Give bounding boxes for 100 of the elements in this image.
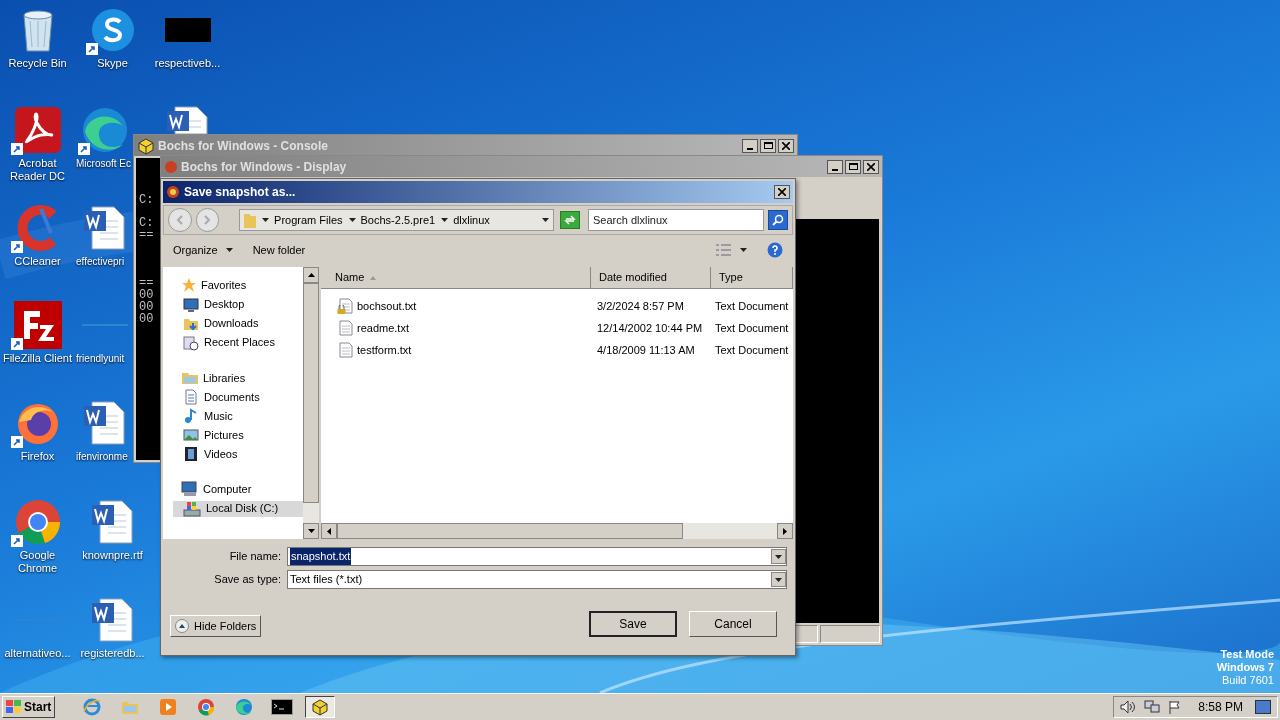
scroll-left-icon (327, 527, 331, 535)
nav-item[interactable]: Recent Places (173, 334, 303, 351)
desktop-icon-label[interactable]: Microsoft Ec (76, 157, 131, 170)
cancel-button[interactable]: Cancel (689, 611, 777, 637)
breadcrumb-item[interactable]: Program Files (274, 211, 343, 229)
organize-button[interactable]: Organize (173, 241, 233, 259)
desktop-icon-label[interactable]: respectiveb... (151, 57, 224, 70)
shortcut-arrow-icon (10, 143, 23, 155)
maximize-button[interactable] (845, 159, 861, 174)
desktop-icon-label[interactable]: Recycle Bin (1, 57, 74, 70)
word-document-icon (82, 205, 128, 251)
console-line: 00 (139, 301, 154, 313)
edge-icon (81, 106, 129, 154)
bochs-icon (164, 159, 178, 174)
nav-group-label[interactable]: Favorites (201, 277, 247, 294)
bochs-icon[interactable] (137, 136, 155, 155)
desktop-icon-label[interactable]: CCleaner (1, 255, 74, 268)
nav-item[interactable]: Desktop (173, 296, 303, 313)
nav-item[interactable]: Downloads (173, 315, 303, 332)
search-field[interactable]: Search dlxlinux (588, 209, 765, 231)
maximize-icon (763, 142, 773, 149)
file-name: bochsout.txt (357, 298, 417, 314)
save-button[interactable]: Save (589, 611, 677, 637)
file-row[interactable]: readme.txt 12/14/2002 10:44 PM Text Document (321, 317, 793, 339)
start-button[interactable]: Start (2, 696, 56, 718)
word-document-icon (89, 499, 136, 545)
close-button[interactable] (774, 185, 790, 199)
field-label: Save as type: (213, 572, 281, 588)
nav-item[interactable]: Music (173, 408, 303, 424)
bochs-icon (166, 185, 180, 199)
picture-icon (183, 427, 199, 443)
command-prompt-icon[interactable] (271, 699, 294, 715)
close-icon (778, 188, 786, 196)
close-button[interactable] (863, 159, 879, 174)
file-type-dropdown[interactable]: Text files (*.txt) (287, 570, 787, 589)
search-button[interactable] (768, 210, 788, 230)
desktop-icon-label[interactable]: knownpre.rtf (76, 549, 149, 562)
text-file-icon (339, 342, 353, 358)
desktop-icon-label[interactable]: friendlyunit (76, 352, 125, 365)
column-header[interactable]: Name (321, 267, 591, 289)
refresh-button[interactable] (560, 211, 580, 229)
minimize-button[interactable] (827, 159, 843, 174)
skype-icon (90, 8, 135, 52)
os-notice-text: Build 7601 (1222, 674, 1274, 687)
hard-disk-icon (183, 500, 201, 517)
desktop-icon-label[interactable]: FileZilla Client (1, 352, 74, 365)
file-name: readme.txt (357, 320, 409, 336)
address-bar[interactable]: Program Files Bochs-2.5.pre1 dlxlinux (239, 209, 555, 231)
network-icon[interactable] (1144, 700, 1161, 714)
nav-item[interactable]: Documents (173, 389, 303, 405)
maximize-button[interactable] (760, 138, 776, 153)
file-name-field[interactable]: snapshot.txt (287, 547, 787, 566)
search-input[interactable]: Search dlxlinux (593, 211, 760, 229)
file-row[interactable]: bochsout.txt 3/2/2024 8:57 PM Text Document (321, 295, 793, 317)
caret-icon (775, 577, 782, 582)
caret-icon (225, 248, 233, 252)
desktop-icon-label[interactable]: Acrobat Reader DC (1, 157, 74, 183)
nav-item[interactable]: Local Disk (C:) (173, 500, 303, 517)
speaker-icon[interactable] (1120, 700, 1137, 714)
close-button[interactable] (778, 138, 794, 153)
scrollbar[interactable] (303, 267, 319, 539)
nav-item[interactable]: Videos (173, 446, 303, 462)
nav-group-label[interactable]: Computer (203, 481, 252, 498)
breadcrumb-item[interactable]: Bochs-2.5.pre1 (360, 211, 436, 229)
file-date: 3/2/2024 8:57 PM (596, 298, 685, 314)
hide-folders-button[interactable]: Hide Folders (170, 615, 262, 637)
desktop-icon-label[interactable]: ifenvironme (76, 450, 128, 463)
horizontal-scrollbar[interactable] (321, 523, 793, 539)
file-type: Text Document (714, 320, 790, 336)
console-line: 00 (139, 289, 154, 301)
flag-icon[interactable] (1168, 700, 1183, 714)
media-player-icon[interactable] (159, 698, 178, 716)
column-header[interactable]: Type (711, 267, 793, 289)
file-row[interactable]: testform.txt 4/18/2009 11:13 AM Text Document (321, 339, 793, 361)
new-folder-button[interactable]: New folder (252, 241, 306, 259)
desktop-icon-label[interactable]: Firefox (1, 450, 74, 463)
file-type: Text Document (714, 342, 790, 358)
help-icon[interactable] (767, 242, 783, 258)
desktop-icon-label[interactable]: Skype (76, 57, 149, 70)
shortcut-arrow-icon (10, 338, 23, 350)
bochs-icon[interactable] (311, 698, 330, 716)
document-icon (183, 389, 199, 405)
minimize-button[interactable] (742, 138, 758, 153)
desktop-icon-label[interactable]: effectivepri (76, 255, 125, 268)
chrome-icon[interactable] (197, 698, 216, 716)
shortcut-arrow-icon (10, 241, 23, 253)
show-desktop-button[interactable] (1255, 700, 1271, 714)
desktop-icon-label[interactable]: Google Chrome (1, 549, 74, 575)
breadcrumb-item[interactable]: dlxlinux (453, 211, 490, 229)
minimize-icon (747, 147, 753, 150)
nav-item[interactable]: Pictures (173, 427, 303, 443)
clock[interactable]: 8:58 PM (1198, 698, 1243, 716)
desktop-icon-label[interactable]: alternativeo... (1, 647, 74, 660)
file-date: 12/14/2002 10:44 PM (596, 320, 704, 336)
caret-icon (348, 218, 356, 222)
shortcut-arrow-icon (85, 43, 98, 55)
nav-group-label[interactable]: Libraries (203, 369, 246, 386)
column-header[interactable]: Date modified (591, 267, 711, 289)
console-line: C: (139, 217, 154, 229)
scroll-up-icon (307, 273, 315, 277)
